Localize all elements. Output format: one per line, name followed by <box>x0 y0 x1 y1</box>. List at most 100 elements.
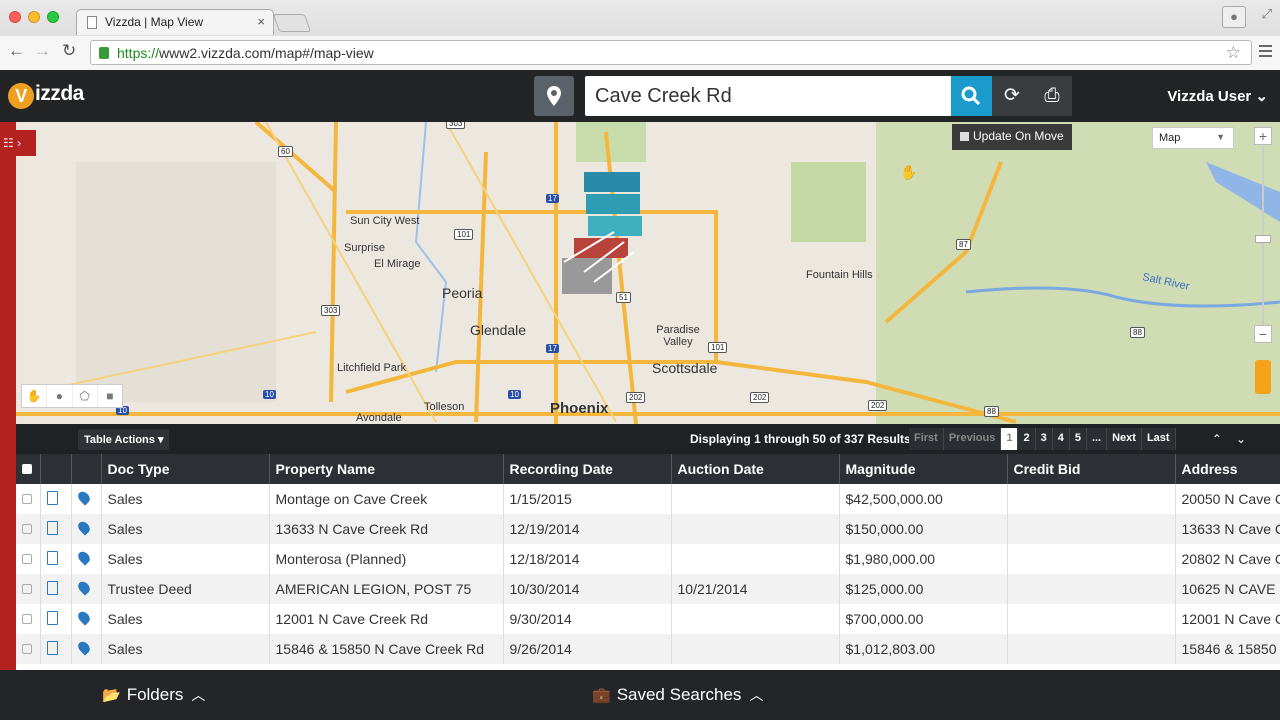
row-checkbox[interactable] <box>22 494 32 504</box>
browser-menu-icon[interactable] <box>1259 45 1272 60</box>
circle-draw-icon[interactable]: ● <box>47 385 73 407</box>
zoom-in-button[interactable]: + <box>1254 127 1272 145</box>
locate-cell[interactable] <box>71 604 102 634</box>
page-first[interactable]: First <box>909 428 944 450</box>
locate-cell[interactable] <box>71 634 102 664</box>
column-header-magnitude[interactable]: Magnitude <box>839 454 1008 484</box>
page-5[interactable]: 5 <box>1069 428 1087 450</box>
chevron-up-icon[interactable]: ⌃ <box>1212 432 1236 446</box>
polygon-draw-icon[interactable]: ⬠ <box>73 385 98 407</box>
locate-cell[interactable] <box>71 544 102 574</box>
zoom-window-button[interactable] <box>47 11 59 23</box>
table-row[interactable]: Sales 12001 N Cave Creek Rd 9/30/2014 $700,… <box>16 604 1280 634</box>
page-2[interactable]: 2 <box>1018 428 1036 450</box>
document-icon[interactable] <box>46 580 58 595</box>
document-icon[interactable] <box>46 610 58 625</box>
folders-button[interactable]: 📂 Folders ︿ <box>102 685 205 705</box>
print-icon[interactable]: ⎙ <box>1032 76 1072 116</box>
table-row[interactable]: Sales Montage on Cave Creek 1/15/2015 $42,5… <box>16 484 1280 514</box>
map-pin-icon[interactable] <box>75 489 92 506</box>
document-icon[interactable] <box>46 640 58 655</box>
table-row[interactable]: Sales 15846 & 15850 N Cave Creek Rd 9/26/2… <box>16 634 1280 664</box>
filter-panel-toggle[interactable]: ☷ › <box>0 130 36 156</box>
row-select-cell[interactable] <box>16 514 41 544</box>
chevron-down-icon[interactable]: ⌄ <box>1236 432 1260 446</box>
page-3[interactable]: 3 <box>1035 428 1053 450</box>
map-pin-icon[interactable] <box>75 639 92 656</box>
row-select-cell[interactable] <box>16 544 41 574</box>
table-actions-button[interactable]: Table Actions ▾ <box>78 429 170 450</box>
document-cell[interactable] <box>40 634 72 664</box>
vizzda-logo[interactable]: Vizzda <box>8 82 84 109</box>
tab-close-icon[interactable]: × <box>257 14 265 29</box>
map-view[interactable]: Sun City West Surprise El Mirage Peoria … <box>16 122 1280 424</box>
row-checkbox[interactable] <box>22 524 32 534</box>
column-header-credit-bid[interactable]: Credit Bid <box>1007 454 1176 484</box>
pan-hand-icon[interactable]: ✋ <box>22 385 48 407</box>
table-row[interactable]: Sales Monterosa (Planned) 12/18/2014 $1,980… <box>16 544 1280 574</box>
row-select-cell[interactable] <box>16 484 41 514</box>
map-type-select[interactable]: Map ▼ <box>1152 127 1234 149</box>
locate-cell[interactable] <box>71 574 102 604</box>
page-next[interactable]: Next <box>1107 428 1142 450</box>
map-pin-icon[interactable] <box>75 519 92 536</box>
map-pin-icon[interactable] <box>75 549 92 566</box>
column-header-auction-date[interactable]: Auction Date <box>671 454 840 484</box>
locate-cell[interactable] <box>71 514 102 544</box>
table-row[interactable]: Trustee Deed AMERICAN LEGION, POST 75 10/3… <box>16 574 1280 604</box>
row-checkbox[interactable] <box>22 554 32 564</box>
page-ellipsis[interactable]: ... <box>1086 428 1108 450</box>
page-4[interactable]: 4 <box>1052 428 1070 450</box>
zoom-out-button[interactable]: − <box>1254 325 1272 343</box>
search-input[interactable]: Cave Creek Rd <box>585 76 953 116</box>
document-cell[interactable] <box>40 514 72 544</box>
search-button[interactable] <box>951 76 992 116</box>
map-pin-icon[interactable] <box>75 609 92 626</box>
bookmark-star-icon[interactable]: ☆ <box>1226 43 1241 63</box>
browser-tab[interactable]: Vizzda | Map View × <box>76 9 274 35</box>
document-cell[interactable] <box>40 484 72 514</box>
page-last[interactable]: Last <box>1141 428 1176 450</box>
street-view-pegman-icon[interactable] <box>1255 360 1271 394</box>
column-header-property-name[interactable]: Property Name <box>269 454 504 484</box>
page-1[interactable]: 1 <box>1001 428 1019 450</box>
row-select-cell[interactable] <box>16 574 41 604</box>
saved-searches-button[interactable]: 💼 Saved Searches ︿ <box>592 685 763 705</box>
row-select-cell[interactable] <box>16 634 41 664</box>
document-cell[interactable] <box>40 574 72 604</box>
rectangle-draw-icon[interactable]: ■ <box>98 385 122 407</box>
select-all-cell[interactable] <box>16 454 41 484</box>
row-checkbox[interactable] <box>22 584 32 594</box>
document-icon[interactable] <box>46 520 58 535</box>
column-header-doc-type[interactable]: Doc Type <box>101 454 270 484</box>
forward-icon[interactable]: → <box>34 41 51 61</box>
zoom-slider-handle[interactable] <box>1255 235 1271 243</box>
minimize-window-button[interactable] <box>28 11 40 23</box>
table-row[interactable]: Sales 13633 N Cave Creek Rd 12/19/2014 $150… <box>16 514 1280 544</box>
map-pin-icon[interactable] <box>75 579 92 596</box>
select-all-checkbox[interactable] <box>22 464 32 474</box>
location-pin-button[interactable] <box>534 76 574 116</box>
row-checkbox[interactable] <box>22 644 32 654</box>
reload-icon[interactable]: ↻ <box>62 41 76 61</box>
document-cell[interactable] <box>40 604 72 634</box>
document-icon[interactable] <box>46 490 58 505</box>
page-previous[interactable]: Previous <box>943 428 1002 450</box>
document-icon[interactable] <box>46 550 58 565</box>
refresh-icon[interactable]: ⟳ <box>992 76 1032 116</box>
document-cell[interactable] <box>40 544 72 574</box>
row-select-cell[interactable] <box>16 604 41 634</box>
update-on-move-checkbox[interactable] <box>960 132 969 141</box>
column-header-address[interactable]: Address <box>1175 454 1280 484</box>
profile-icon[interactable]: ● <box>1222 6 1246 28</box>
column-header-recording-date[interactable]: Recording Date <box>503 454 672 484</box>
locate-cell[interactable] <box>71 484 102 514</box>
fullscreen-icon[interactable]: ⤢ <box>1262 6 1272 22</box>
new-tab-button[interactable] <box>272 14 312 32</box>
user-menu[interactable]: Vizzda User ⌄ <box>1167 87 1268 105</box>
address-bar[interactable]: https://www2.vizzda.com/map#/map-view ☆ <box>90 40 1252 65</box>
row-checkbox[interactable] <box>22 614 32 624</box>
back-icon[interactable]: ← <box>8 41 25 61</box>
update-on-move-toggle[interactable]: Update On Move <box>952 124 1072 150</box>
close-window-button[interactable] <box>9 11 21 23</box>
